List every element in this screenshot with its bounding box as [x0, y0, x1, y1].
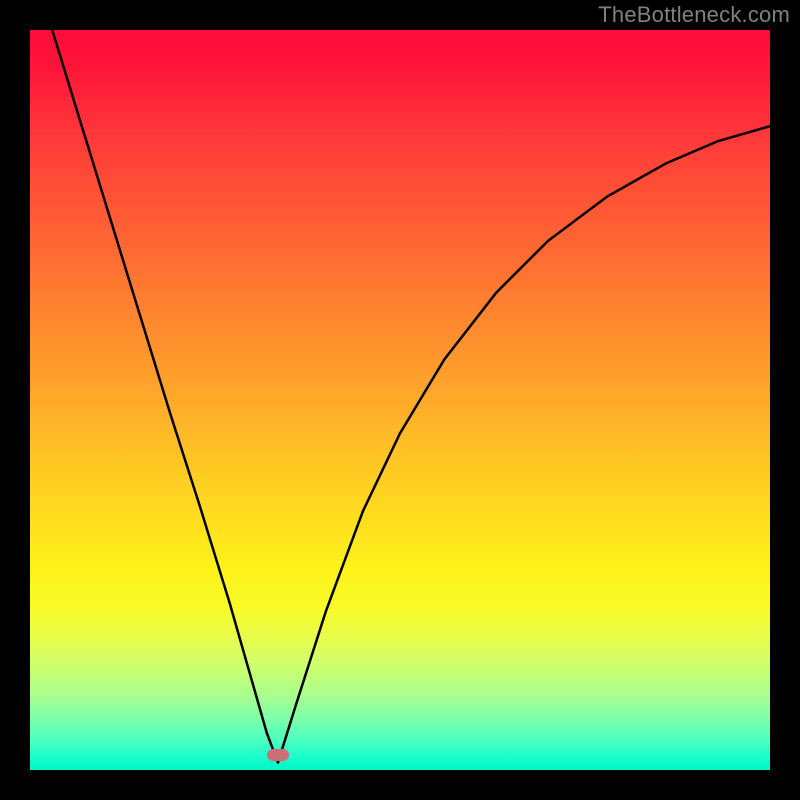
chart-frame: TheBottleneck.com — [0, 0, 800, 800]
watermark-label: TheBottleneck.com — [598, 2, 790, 28]
plot-area — [30, 30, 770, 770]
curve-layer — [30, 30, 770, 770]
curve-right-branch — [278, 126, 770, 762]
curve-left-branch — [52, 30, 278, 763]
minimum-marker — [267, 749, 289, 761]
